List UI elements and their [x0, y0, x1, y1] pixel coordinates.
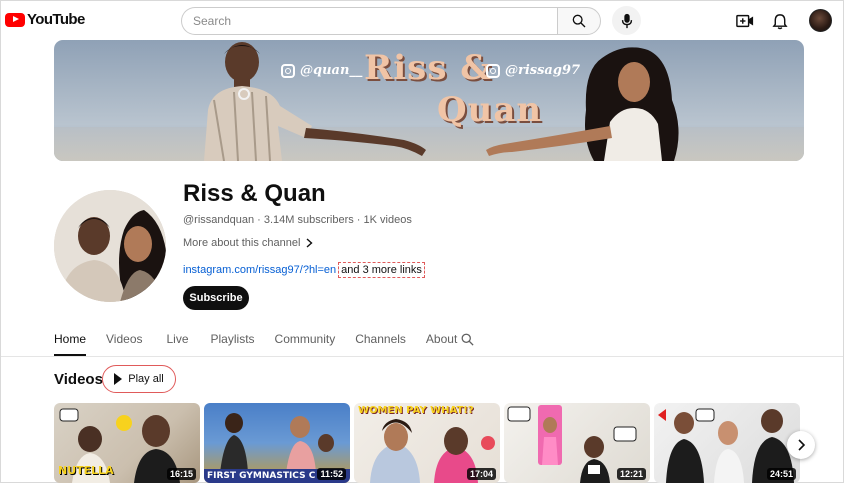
notifications-button[interactable]: [769, 10, 791, 32]
banner-handle-right-text: @rissag97: [505, 63, 581, 78]
channel-tabs: Home Videos Live Playlists Community Cha…: [54, 326, 477, 356]
create-button[interactable]: [734, 10, 756, 32]
banner-title-line1: Riss &: [364, 48, 492, 88]
microphone-icon: [621, 13, 632, 28]
voice-search-button[interactable]: [612, 6, 641, 35]
video-duration: 16:15: [166, 468, 196, 480]
video-duration: 17:04: [466, 468, 496, 480]
banner-handle-right: @rissag97: [486, 63, 580, 78]
search-bar: [181, 7, 601, 35]
instagram-icon: [281, 63, 295, 78]
chevron-right-icon: [306, 238, 313, 248]
video-shelf: NUTELLA 16:15 FIRST GYMNASTICS C 11:52 W…: [54, 403, 804, 483]
more-about-label: More about this channel: [183, 237, 301, 249]
video-duration: 24:51: [766, 468, 796, 480]
video-duration: 11:52: [317, 468, 346, 480]
banner-handle-left-text: @quan__: [300, 63, 363, 78]
top-bar: YouTube: [1, 1, 843, 41]
search-button[interactable]: [557, 7, 601, 35]
video-duration: 12:21: [616, 468, 646, 480]
play-all-button[interactable]: Play all: [102, 365, 176, 393]
subscribe-button[interactable]: Subscribe: [183, 286, 249, 310]
channel-links: instagram.com/rissag97/?hl=en and 3 more…: [183, 262, 425, 278]
search-input[interactable]: [181, 7, 557, 35]
video-thumbnail[interactable]: FIRST GYMNASTICS C 11:52: [204, 403, 350, 483]
banner-title-line2: Quan: [437, 90, 543, 130]
more-links-button[interactable]: and 3 more links: [338, 262, 425, 278]
search-icon: [572, 14, 586, 28]
video-caption: FIRST GYMNASTICS C: [207, 471, 316, 481]
video-thumbnail[interactable]: NUTELLA 16:15: [54, 403, 200, 483]
video-thumbnail[interactable]: 12:21: [504, 403, 650, 483]
videos-section-title: Videos: [54, 371, 103, 388]
video-caption: WOMEN PAY WHAT!?: [358, 405, 474, 416]
channel-avatar[interactable]: [54, 190, 166, 302]
instagram-icon: [486, 63, 500, 78]
instagram-link[interactable]: instagram.com/rissag97/?hl=en: [183, 264, 336, 276]
tab-about[interactable]: About: [426, 326, 457, 356]
more-about-channel-link[interactable]: More about this channel: [183, 237, 313, 249]
tab-channels[interactable]: Channels: [355, 326, 406, 356]
tabs-divider: [1, 356, 843, 357]
search-icon: [461, 333, 474, 346]
chevron-right-icon: [797, 439, 805, 451]
youtube-play-icon: [5, 12, 25, 27]
youtube-logo[interactable]: YouTube: [5, 11, 85, 28]
video-caption: NUTELLA: [58, 464, 114, 477]
video-thumbnail[interactable]: 24:51: [654, 403, 800, 483]
tab-live[interactable]: Live: [167, 326, 189, 356]
tab-playlists[interactable]: Playlists: [211, 326, 255, 356]
channel-name: Riss & Quan: [183, 180, 326, 207]
play-all-label: Play all: [128, 373, 164, 385]
logo-text: YouTube: [27, 11, 85, 28]
account-avatar[interactable]: [809, 9, 832, 32]
shelf-next-button[interactable]: [787, 431, 815, 459]
channel-meta: @rissandquan · 3.14M subscribers · 1K vi…: [183, 214, 412, 226]
channel-avatar-image: [54, 190, 166, 302]
tab-community[interactable]: Community: [275, 326, 336, 356]
banner-handle-left: @quan__: [281, 63, 362, 78]
channel-banner: @quan__ Riss & Quan @rissag97: [54, 40, 804, 161]
play-icon: [114, 373, 123, 385]
create-video-icon: [736, 14, 754, 28]
bell-icon: [772, 13, 788, 29]
tab-videos[interactable]: Videos: [106, 326, 142, 356]
channel-search-button[interactable]: [460, 332, 475, 352]
video-thumbnail[interactable]: WOMEN PAY WHAT!? 17:04: [354, 403, 500, 483]
tab-home[interactable]: Home: [54, 326, 87, 356]
